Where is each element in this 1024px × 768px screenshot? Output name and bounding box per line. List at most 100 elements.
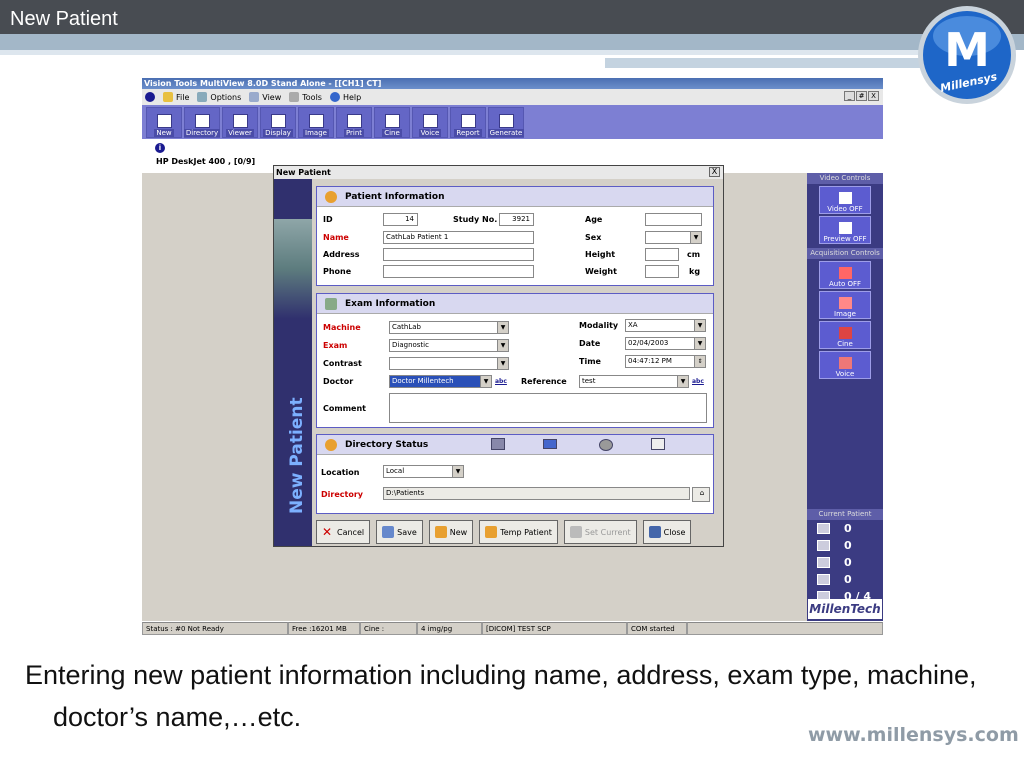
cathlab-photo: [274, 219, 312, 319]
time-spinner[interactable]: 04:47:12 PM ⇕: [625, 355, 706, 368]
app-title-bar: Vision Tools MultiView 8.0D Stand Alone …: [142, 78, 883, 89]
comment-field[interactable]: [389, 393, 707, 423]
age-label: Age: [585, 215, 603, 224]
height-field[interactable]: [645, 248, 679, 261]
toolbar-image-button[interactable]: Image: [298, 107, 334, 138]
id-field[interactable]: 14: [383, 213, 418, 226]
set-current-icon: [569, 526, 582, 538]
menu-help[interactable]: Help: [329, 92, 361, 102]
directory-path-field: D:\Patients: [383, 487, 690, 500]
toolbar-new-button[interactable]: New: [146, 107, 182, 138]
status-images-per-page: 4 img/pg: [417, 622, 482, 635]
modality-select[interactable]: XA ▼: [625, 319, 706, 332]
voice-capture-icon: [838, 357, 852, 369]
view-icon: [249, 92, 260, 102]
minimize-button[interactable]: _: [844, 91, 855, 101]
spinner-arrows-icon: ⇕: [694, 356, 705, 367]
toolbar-viewer-button[interactable]: Viewer: [222, 107, 258, 138]
toolbar-display-button[interactable]: Display: [260, 107, 296, 138]
auto-off-button[interactable]: Auto OFF: [819, 261, 871, 289]
status-dicom: [DICOM] TEST SCP: [482, 622, 627, 635]
menu-view[interactable]: View: [249, 92, 281, 102]
study-no-field[interactable]: 3921: [499, 213, 534, 226]
right-control-panel: Video Controls Video OFF Preview OFF Acq…: [807, 173, 883, 621]
exam-info-header: Exam Information: [317, 294, 713, 314]
exam-select[interactable]: Diagnostic ▼: [389, 339, 509, 352]
directory-voice-icon: [599, 439, 613, 451]
toolbar-cine-button[interactable]: Cine: [374, 107, 410, 138]
generate-icon: [498, 114, 514, 128]
toolbar-directory-button[interactable]: Directory: [183, 107, 221, 138]
reference-select[interactable]: test ▼: [579, 375, 689, 388]
status-com: COM started: [627, 622, 687, 635]
image-count-icon: [817, 523, 830, 534]
close-window-button[interactable]: X: [868, 91, 879, 101]
video-off-button[interactable]: Video OFF: [819, 186, 871, 214]
acq-image-button[interactable]: Image: [819, 291, 871, 319]
browse-folder-button[interactable]: ⌂: [692, 487, 710, 502]
new-button[interactable]: New: [428, 520, 474, 544]
auto-icon: [838, 267, 852, 279]
current-patient-header: Current Patient: [807, 509, 883, 520]
chevron-down-icon: ▼: [497, 340, 508, 351]
menu-file[interactable]: File: [163, 92, 189, 102]
dialog-side-label: New Patient: [287, 397, 307, 514]
preview-icon: [838, 222, 852, 234]
website-url[interactable]: www.millensys.com: [808, 724, 1019, 746]
age-field[interactable]: [645, 213, 702, 226]
toolbar-generate-button[interactable]: Generate: [487, 107, 525, 138]
acq-cine-button[interactable]: Cine: [819, 321, 871, 349]
weight-field[interactable]: [645, 265, 679, 278]
current-voice-count: 0: [807, 554, 883, 571]
weight-unit: kg: [689, 267, 701, 276]
status-free-space: Free :16201 MB: [288, 622, 360, 635]
cancel-button[interactable]: ✕ Cancel: [316, 520, 371, 544]
cine-film-icon: [384, 114, 400, 128]
video-icon: [838, 192, 852, 204]
weight-label: Weight: [585, 267, 617, 276]
menu-options[interactable]: Options: [197, 92, 241, 102]
name-field[interactable]: CathLab Patient 1: [383, 231, 534, 244]
save-button[interactable]: Save: [376, 520, 423, 544]
window-controls: _ # X: [844, 91, 879, 101]
sex-label: Sex: [585, 233, 602, 242]
voice-count-icon: [817, 557, 830, 568]
slide-title: New Patient: [10, 8, 118, 30]
slide-header-bar: New Patient: [0, 0, 1024, 34]
restore-button[interactable]: #: [856, 91, 867, 101]
acq-voice-button[interactable]: Voice: [819, 351, 871, 379]
machine-label: Machine: [323, 323, 361, 332]
toolbar-voice-button[interactable]: Voice: [412, 107, 448, 138]
address-field[interactable]: [383, 248, 534, 261]
header-band-accent: [605, 58, 925, 68]
status-ready: Status : #0 Not Ready: [142, 622, 288, 635]
toolbar-print-button[interactable]: Print: [336, 107, 372, 138]
close-button[interactable]: Close: [642, 520, 692, 544]
preview-off-button[interactable]: Preview OFF: [819, 216, 871, 244]
time-label: Time: [579, 357, 601, 366]
doctor-select[interactable]: Doctor Millentech ▼: [389, 375, 492, 388]
voice-icon: [422, 114, 438, 128]
sex-select[interactable]: ▼: [645, 231, 702, 244]
directory-icon: [194, 114, 210, 128]
date-picker[interactable]: 02/04/2003 ▼: [625, 337, 706, 350]
header-band-light: [0, 50, 920, 55]
set-current-button[interactable]: Set Current: [563, 520, 637, 544]
patient-info-section: Patient Information ID 14 Study No. 3921…: [316, 186, 714, 286]
directory-user-icon: [325, 438, 337, 451]
status-bar: Status : #0 Not Ready Free :16201 MB Cin…: [142, 621, 883, 635]
doctor-spellcheck-button[interactable]: abc: [495, 378, 507, 385]
millentech-brand: MillenTech: [808, 599, 882, 619]
location-select[interactable]: Local ▼: [383, 465, 464, 478]
new-patient-icon: [434, 526, 447, 538]
video-controls-header: Video Controls: [807, 173, 883, 184]
reference-spellcheck-button[interactable]: abc: [692, 378, 704, 385]
toolbar-report-button[interactable]: Report: [450, 107, 486, 138]
dialog-close-button[interactable]: X: [709, 167, 720, 177]
viewer-icon: [232, 114, 248, 128]
contrast-select[interactable]: ▼: [389, 357, 509, 370]
temp-patient-button[interactable]: Temp Patient: [479, 520, 558, 544]
phone-field[interactable]: [383, 265, 534, 278]
machine-select[interactable]: CathLab ▼: [389, 321, 509, 334]
menu-tools[interactable]: Tools: [289, 92, 322, 102]
